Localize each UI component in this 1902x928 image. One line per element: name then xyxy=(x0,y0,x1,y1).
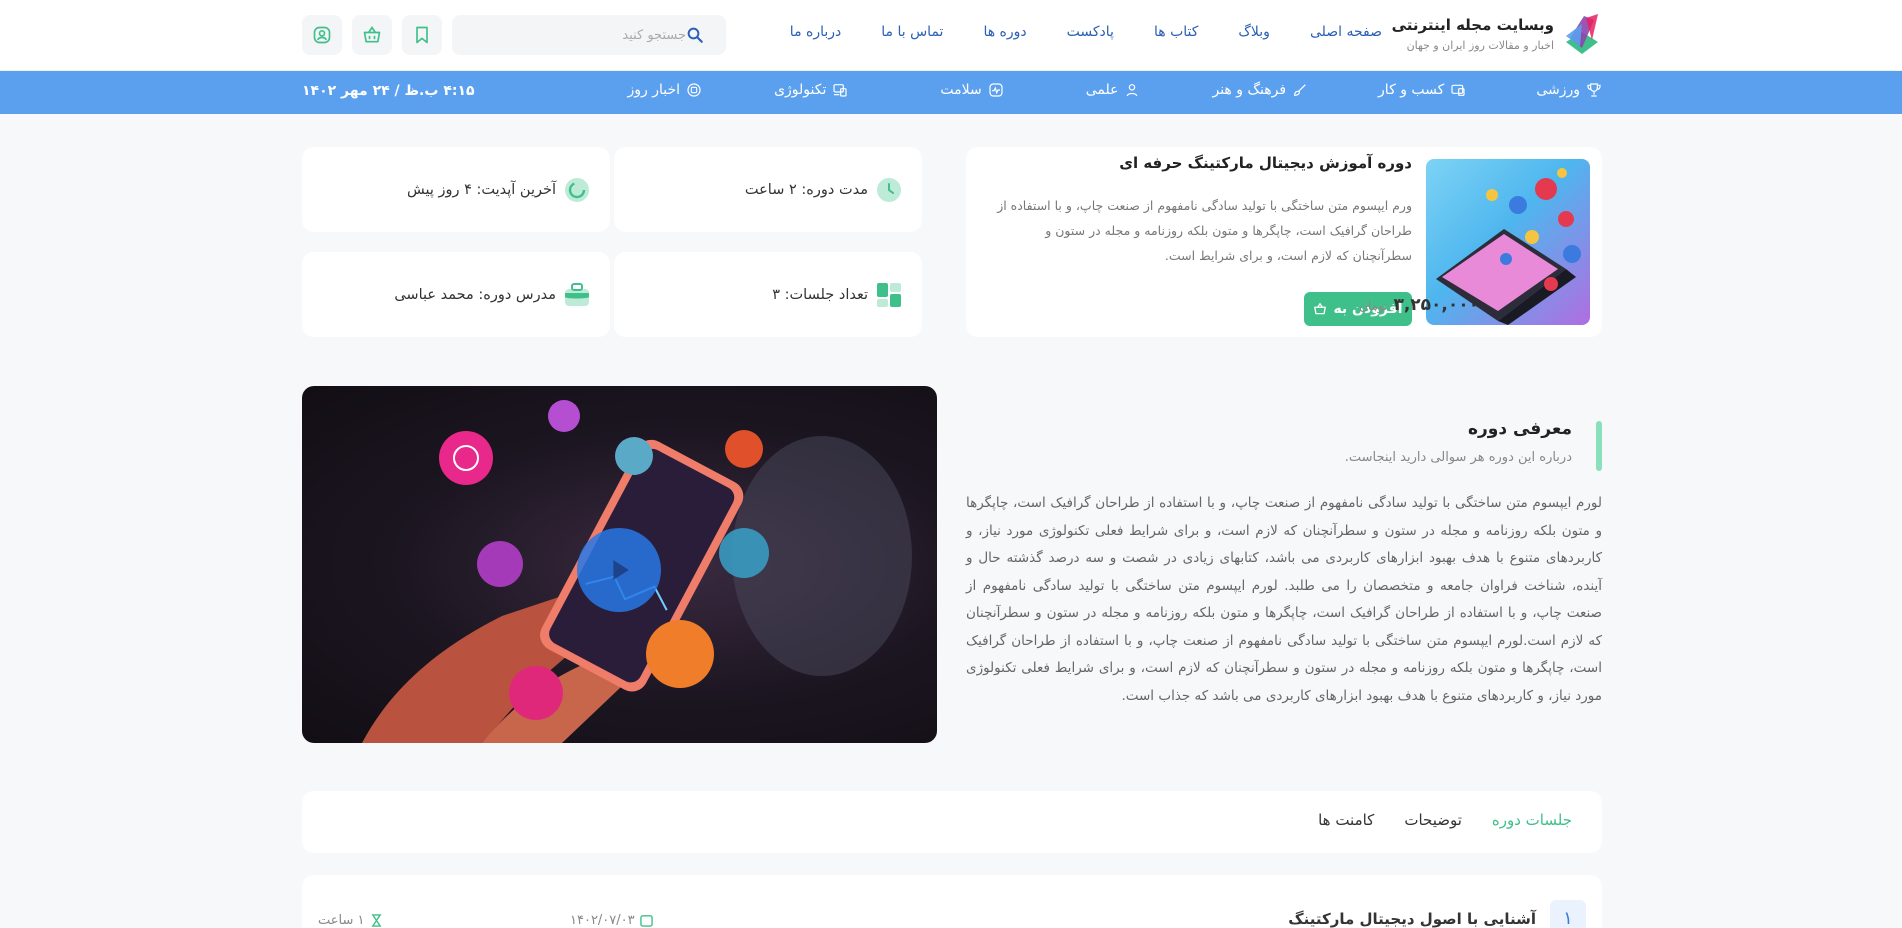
category-label: تکنولوژی xyxy=(774,82,827,98)
course-card: دوره آموزش دیجیتال مارکتینگ حرفه ای ورم … xyxy=(966,147,1602,337)
category-news[interactable]: اخبار روز xyxy=(628,82,703,98)
news-icon xyxy=(687,83,701,97)
nav-courses[interactable]: دوره ها xyxy=(983,24,1026,40)
tab-comments[interactable]: کامنت ها xyxy=(1318,811,1374,829)
teacher-text: مدرس دوره: محمد عباسی xyxy=(394,286,556,303)
session-duration: ۱ ساعت xyxy=(318,913,383,928)
hourglass-icon xyxy=(370,914,382,927)
last-update-text: آخرین آپدیت: ۴ روز پیش xyxy=(406,181,556,198)
price-value: ۳,۲۵۰,۰۰۰ xyxy=(1393,295,1479,315)
play-icon xyxy=(613,560,629,580)
search-icon[interactable] xyxy=(686,26,704,44)
category-label: سلامت xyxy=(940,82,982,98)
session-number: ۱ xyxy=(1550,900,1586,928)
category-culture[interactable]: فرهنگ و هنر xyxy=(1212,82,1308,98)
category-health[interactable]: سلامت xyxy=(940,82,1003,98)
nav-books[interactable]: کتاب ها xyxy=(1154,24,1198,40)
logo-icon xyxy=(1566,14,1598,54)
category-label: علمی xyxy=(1085,82,1119,98)
tab-description[interactable]: توضیحات xyxy=(1404,811,1462,829)
main-nav: صفحه اصلی وبلاگ کتاب ها پادکست دوره ها ت… xyxy=(790,24,1382,40)
category-label: اخبار روز xyxy=(627,82,681,98)
bookmark-button[interactable] xyxy=(402,15,442,55)
search-input[interactable] xyxy=(466,27,686,43)
briefcase-icon xyxy=(565,282,589,306)
nav-about[interactable]: درباره ما xyxy=(790,24,841,40)
session-duration-text: ۱ ساعت xyxy=(318,913,365,928)
basket-button[interactable] xyxy=(352,15,392,55)
duration-text: مدت دوره: ۲ ساعت xyxy=(744,181,868,198)
tab-bar: جلسات دوره توضیحات کامنت ها xyxy=(1318,811,1572,829)
basket-icon xyxy=(1314,302,1327,315)
category-technology[interactable]: تکنولوژی xyxy=(774,82,848,98)
update-icon xyxy=(565,177,589,202)
section-accent-bar xyxy=(1596,421,1602,471)
category-sports[interactable]: ورزشی xyxy=(1536,82,1602,98)
session-row[interactable]: ۱ آشنایی با اصول دیجیتال مارکتینگ ۱۴۰۲/۰… xyxy=(302,875,1602,928)
category-bar: ورزشی کسب و کار فرهنگ و هنر علمی سلامت ت… xyxy=(0,71,1902,114)
category-list: ورزشی کسب و کار فرهنگ و هنر علمی سلامت ت… xyxy=(628,82,1602,98)
clock-icon xyxy=(877,177,901,202)
current-datetime: ۴:۱۵ ب.ظ / ۲۴ مهر ۱۴۰۲ xyxy=(302,83,475,99)
basket-icon xyxy=(363,25,381,43)
site-header: وبسایت مجله اینترنتی اخبار و مقالات روز … xyxy=(0,0,1902,71)
nav-blog[interactable]: وبلاگ xyxy=(1238,24,1270,40)
intro-text: لورم ایپسوم متن ساختگی با تولید سادگی نا… xyxy=(966,495,1602,704)
person-icon xyxy=(1127,84,1138,97)
category-science[interactable]: علمی xyxy=(1086,82,1141,98)
trophy-icon xyxy=(1587,83,1601,97)
intro-title: معرفی دوره xyxy=(1467,419,1572,439)
nav-podcast[interactable]: پادکست xyxy=(1067,24,1114,40)
site-logo[interactable]: وبسایت مجله اینترنتی اخبار و مقالات روز … xyxy=(1392,12,1602,56)
health-icon xyxy=(989,83,1003,97)
grid-icon xyxy=(877,282,901,307)
tabs-card: جلسات دوره توضیحات کامنت ها xyxy=(302,791,1602,853)
session-date-text: ۱۴۰۲/۰۷/۰۳ xyxy=(570,913,635,928)
info-last-update: آخرین آپدیت: ۴ روز پیش xyxy=(302,147,610,232)
category-label: کسب و کار xyxy=(1378,82,1445,98)
session-title[interactable]: آشنایی با اصول دیجیتال مارکتینگ xyxy=(1288,910,1536,928)
tab-sessions[interactable]: جلسات دوره xyxy=(1492,811,1572,829)
user-button[interactable] xyxy=(302,15,342,55)
logo-title: وبسایت مجله اینترنتی xyxy=(1391,16,1554,34)
nav-home[interactable]: صفحه اصلی xyxy=(1310,24,1382,40)
category-business[interactable]: کسب و کار xyxy=(1378,82,1466,98)
business-icon xyxy=(1451,84,1465,96)
info-duration: مدت دوره: ۲ ساعت xyxy=(614,147,922,232)
intro-video[interactable] xyxy=(302,386,937,743)
course-price: ۳,۲۵۰,۰۰۰ تومان xyxy=(1359,295,1479,315)
info-teacher: مدرس دوره: محمد عباسی xyxy=(302,252,610,337)
play-button[interactable] xyxy=(577,528,661,612)
calendar-icon xyxy=(639,915,653,927)
logo-subtitle: اخبار و مقالات روز ایران و جهان xyxy=(1406,39,1554,52)
course-title[interactable]: دوره آموزش دیجیتال مارکتینگ حرفه ای xyxy=(1119,154,1412,172)
session-date: ۱۴۰۲/۰۷/۰۳ xyxy=(570,913,653,928)
course-description: ورم ایپسوم متن ساختگی با تولید سادگی نام… xyxy=(997,198,1412,263)
bookmark-icon xyxy=(416,26,428,44)
sessions-text: تعداد جلسات: ۳ xyxy=(772,286,868,303)
user-icon xyxy=(313,26,331,44)
info-sessions: تعداد جلسات: ۳ xyxy=(614,252,922,337)
search-box xyxy=(452,15,726,55)
price-currency: تومان xyxy=(1359,299,1388,313)
nav-contact[interactable]: تماس با ما xyxy=(881,24,943,40)
category-label: فرهنگ و هنر xyxy=(1212,82,1287,98)
brush-icon xyxy=(1294,84,1306,96)
category-label: ورزشی xyxy=(1536,82,1580,98)
devices-icon xyxy=(833,84,847,97)
intro-subtitle: درباره این دوره هر سوالی دارید اینجاست. xyxy=(1344,450,1572,465)
